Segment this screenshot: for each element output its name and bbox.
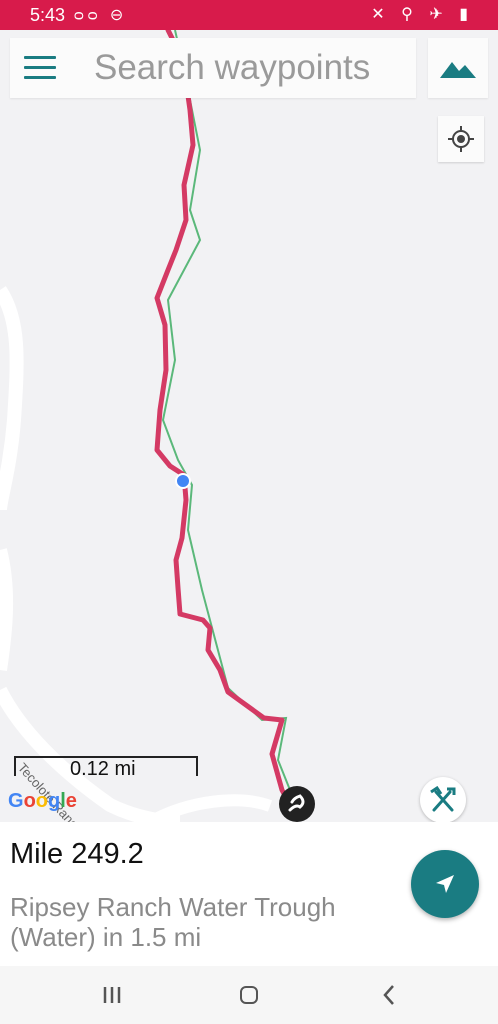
back-icon[interactable] — [382, 984, 396, 1006]
airplane-icon: ✈ — [429, 6, 449, 23]
status-time: 5:43 — [30, 5, 66, 25]
status-left-icons: ᴑᴑ ⊖ — [74, 5, 127, 25]
current-location-dot — [175, 473, 191, 489]
navigate-button[interactable] — [411, 850, 479, 918]
map-road — [147, 794, 273, 822]
terrain-button[interactable] — [428, 38, 488, 98]
map-view[interactable] — [0, 30, 498, 822]
status-right-icons: ✕ ⚲ ✈ ▮ — [371, 4, 474, 24]
dnd-icon: ⊖ — [109, 7, 128, 24]
google-logo: Google — [8, 790, 77, 812]
location-icon: ⚲ — [401, 6, 419, 23]
voicemail-icon: ᴑᴑ — [74, 7, 102, 24]
system-nav-bar — [0, 966, 498, 1024]
map-road — [0, 548, 14, 672]
trail-marker — [279, 786, 315, 822]
home-icon[interactable] — [240, 986, 258, 1004]
route-line — [161, 30, 297, 806]
next-waypoint-info: Ripsey Ranch Water Trough (Water) in 1.5… — [10, 892, 336, 952]
mute-icon: ✕ — [371, 6, 391, 23]
map-road — [0, 286, 24, 511]
recents-icon[interactable] — [102, 986, 122, 1004]
search-input[interactable] — [94, 46, 416, 90]
map-canvas[interactable] — [0, 30, 498, 822]
navigation-arrow-icon — [436, 875, 454, 893]
battery-icon: ▮ — [459, 6, 474, 23]
tools-icon — [430, 786, 456, 812]
trail-line — [154, 30, 293, 808]
scale-label: 0.12 mi — [70, 758, 136, 780]
mountain-icon — [440, 62, 476, 78]
mile-marker: Mile 249.2 — [10, 838, 144, 870]
menu-icon[interactable] — [24, 56, 56, 80]
search-bar — [10, 38, 416, 98]
my-location-button[interactable] — [438, 116, 484, 162]
map-scale: 0.12 mi — [14, 752, 200, 780]
status-bar: 5:43 ᴑᴑ ⊖ ✕ ⚲ ✈ ▮ — [0, 0, 498, 30]
tools-button[interactable] — [420, 777, 466, 823]
crosshair-icon — [448, 126, 474, 152]
